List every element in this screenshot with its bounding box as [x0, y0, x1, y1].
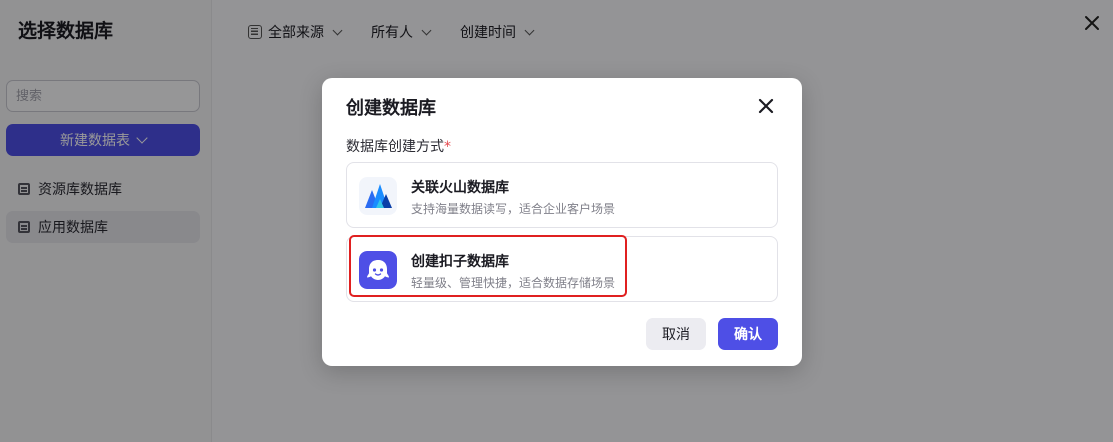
option-description: 轻量级、管理快捷，适合数据存储场景: [411, 276, 616, 290]
field-label-text: 数据库创建方式: [346, 139, 444, 155]
required-mark: *: [444, 139, 451, 155]
coze-logo-icon: [359, 251, 397, 289]
cancel-button[interactable]: 取消: [646, 318, 706, 350]
create-database-dialog: 创建数据库 数据库创建方式* 关联火山数据库 支持海量数据读写，适合企业客户场景…: [322, 78, 802, 366]
option-title: 创建扣子数据库: [411, 254, 509, 270]
option-volcano-database[interactable]: 关联火山数据库 支持海量数据读写，适合企业客户场景: [346, 162, 778, 228]
option-title: 关联火山数据库: [411, 180, 509, 196]
volcano-logo-icon: [359, 177, 397, 215]
option-description: 支持海量数据读写，适合企业客户场景: [411, 202, 616, 216]
field-label: 数据库创建方式*: [346, 136, 451, 156]
option-coze-database[interactable]: 创建扣子数据库 轻量级、管理快捷，适合数据存储场景: [346, 236, 778, 302]
confirm-button[interactable]: 确认: [718, 318, 778, 350]
dialog-title: 创建数据库: [346, 98, 436, 119]
close-icon[interactable]: [758, 98, 774, 114]
